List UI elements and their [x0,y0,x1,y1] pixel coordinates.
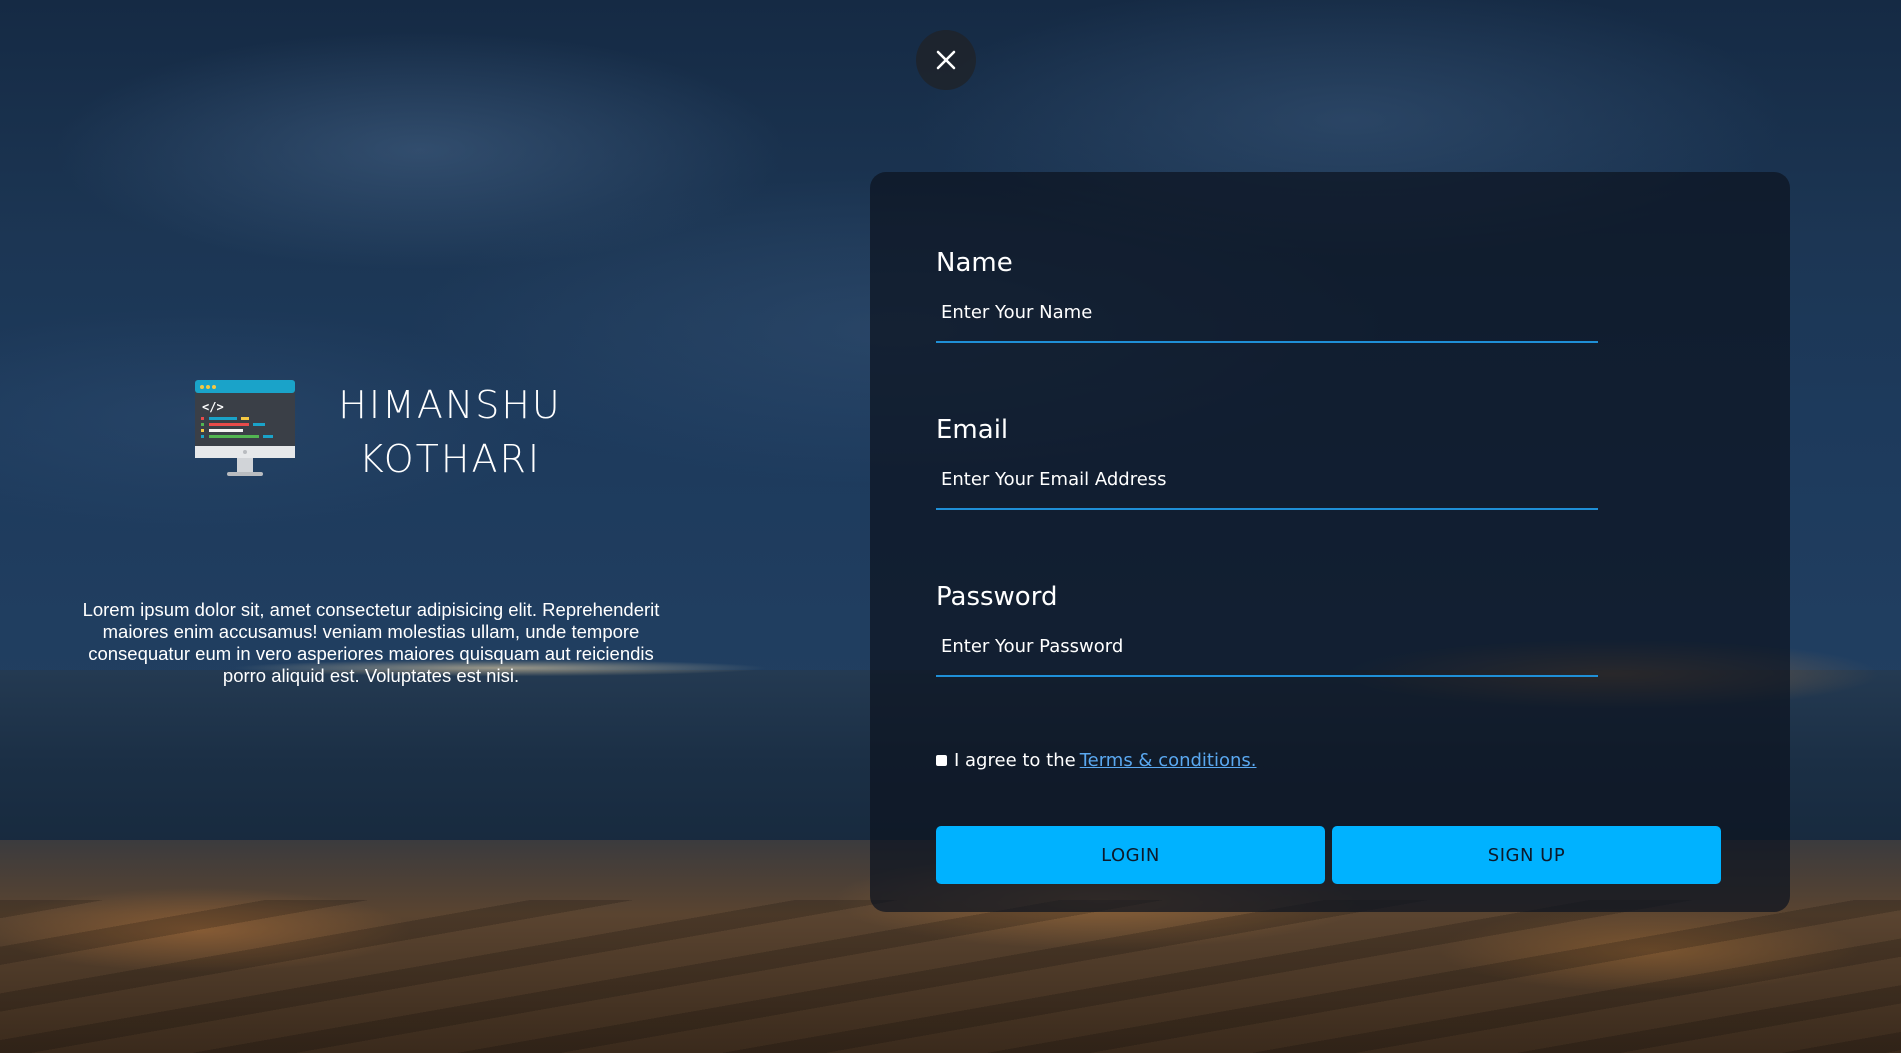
brand-tagline: Lorem ipsum dolor sit, amet consectetur … [82,598,660,686]
brand-name-line2: KOTHARI [358,437,542,481]
email-label: Email [936,415,1009,445]
email-input[interactable] [936,469,1598,510]
password-input[interactable] [936,636,1598,677]
password-field: Password [936,582,1598,677]
svg-text:</>: </> [202,400,224,414]
login-button[interactable]: LOGIN [936,826,1325,884]
name-label: Name [936,248,1013,278]
name-field: Name [936,248,1598,343]
name-input[interactable] [936,302,1598,343]
close-button[interactable] [916,30,976,90]
email-field: Email [936,415,1598,510]
signup-form-panel: Name Email Password I agree to the Terms… [870,172,1790,912]
password-label: Password [936,582,1058,612]
brand-name-line1: HIMANSHU [338,383,562,427]
brand-name: HIMANSHU KOTHARI [320,378,580,486]
signup-button[interactable]: SIGN UP [1332,826,1721,884]
agree-text: I agree to the [954,750,1076,771]
close-icon [936,50,956,70]
terms-agreement: I agree to the Terms & conditions. [936,750,1257,771]
monitor-code-icon: </> [195,380,295,480]
terms-link[interactable]: Terms & conditions. [1080,750,1257,771]
sand-texture [0,900,1901,1053]
terms-checkbox[interactable] [936,755,947,766]
